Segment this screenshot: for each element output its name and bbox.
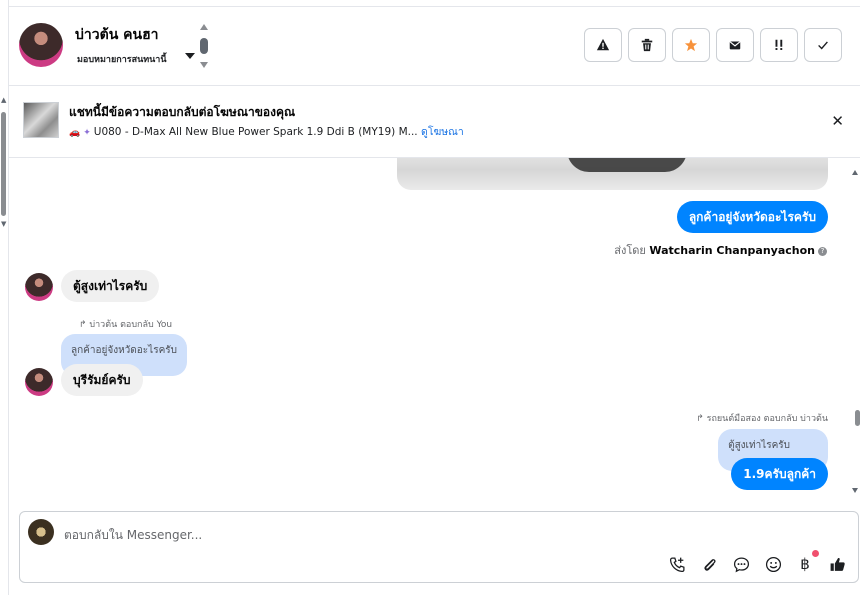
- reply-meta: ↱ บ่าวต้น ตอบกลับ You: [79, 317, 172, 331]
- scroll-up-icon[interactable]: [852, 170, 858, 175]
- attachment-icon[interactable]: [700, 555, 718, 573]
- assign-conversation-label[interactable]: มอบหมายการสนทนานี้: [77, 52, 167, 66]
- image-attachment[interactable]: [397, 158, 828, 190]
- sent-by-label: ส่งโดย Watcharin Chanpanyachon?: [614, 241, 827, 259]
- ad-product-name: U080 - D-Max All New Blue Power Spark 1.…: [93, 126, 418, 138]
- mark-done-button[interactable]: [804, 28, 842, 62]
- chevron-down-icon[interactable]: [185, 53, 195, 59]
- notification-dot: [812, 550, 819, 557]
- contact-name[interactable]: บ่าวต้น คนฮา: [75, 24, 159, 46]
- reply-input[interactable]: ตอบกลับใน Messenger...: [64, 526, 202, 545]
- contact-avatar-small[interactable]: [25, 273, 53, 301]
- page-avatar: [28, 519, 54, 545]
- messenger-inbox-panel: ▲ ▼ บ่าวต้น คนฮา มอบหมายการสนทนานี้ แชทน…: [0, 0, 860, 595]
- sparkle-icon: ✦: [83, 128, 91, 138]
- flag-exclaim-icon: [775, 39, 783, 50]
- scroll-down-icon[interactable]: [852, 488, 858, 493]
- mark-unread-button[interactable]: [716, 28, 754, 62]
- reply-arrow-icon: ↱: [79, 320, 90, 330]
- scroll-up-icon[interactable]: ▲: [1, 96, 6, 104]
- reply-meta-text: รถยนต์มือสอง ตอบกลับ บ่าวต้น: [706, 414, 828, 424]
- check-icon: [818, 41, 828, 50]
- payment-baht-icon[interactable]: ฿: [796, 550, 819, 573]
- car-icon: 🚗: [69, 128, 81, 138]
- report-spam-button[interactable]: [584, 28, 622, 62]
- sent-by-name: Watcharin Chanpanyachon: [649, 244, 815, 257]
- ad-banner-title: แชทนี้มีข้อความตอบกลับต่อโฆษณาของคุณ: [69, 105, 296, 119]
- header-actions: [584, 28, 842, 62]
- incoming-message[interactable]: ตู้สูงเท่าไรครับ: [61, 270, 160, 302]
- scroll-down-icon[interactable]: [200, 62, 208, 68]
- call-icon[interactable]: [668, 555, 686, 573]
- info-icon[interactable]: ?: [818, 247, 827, 256]
- saved-replies-icon[interactable]: [732, 555, 750, 573]
- reply-meta-text: บ่าวต้น ตอบกลับ You: [89, 320, 173, 330]
- contact-avatar-small[interactable]: [25, 368, 53, 396]
- message-composer[interactable]: ตอบกลับใน Messenger... ฿: [19, 511, 859, 583]
- trash-icon: [641, 38, 653, 52]
- envelope-icon: [729, 41, 741, 50]
- thread-scrollbar-thumb[interactable]: [855, 410, 860, 426]
- outgoing-message[interactable]: ลูกค้าอยู่จังหวัดอะไรครับ: [676, 201, 828, 233]
- follow-up-button[interactable]: [760, 28, 798, 62]
- reply-arrow-icon: ↱: [696, 414, 707, 424]
- view-ad-link[interactable]: ดูโฆษณา: [421, 126, 464, 138]
- header-scrollbar[interactable]: [200, 24, 209, 70]
- thread-scrollbar[interactable]: [851, 158, 860, 508]
- left-scrollbar[interactable]: ▲ ▼: [0, 0, 9, 595]
- header-scrollbar-thumb[interactable]: [200, 38, 208, 54]
- message-thread[interactable]: ลูกค้าอยู่จังหวัดอะไรครับ ส่งโดย Watchar…: [9, 158, 860, 508]
- delete-button[interactable]: [628, 28, 666, 62]
- reply-meta: ↱ รถยนต์มือสอง ตอบกลับ บ่าวต้น: [696, 411, 828, 425]
- close-icon[interactable]: ✕: [831, 112, 844, 130]
- warning-icon: [596, 38, 610, 51]
- incoming-message[interactable]: บุรีรัมย์ครับ: [61, 364, 143, 396]
- star-icon: [684, 38, 698, 52]
- conversation-header: บ่าวต้น คนฮา มอบหมายการสนทนานี้: [9, 6, 860, 86]
- sent-by-prefix: ส่งโดย: [614, 244, 646, 257]
- left-scrollbar-thumb[interactable]: [1, 112, 6, 216]
- contact-avatar[interactable]: [19, 23, 63, 67]
- outgoing-message[interactable]: 1.9ครับลูกค้า: [731, 458, 828, 490]
- ad-reply-banner: แชทนี้มีข้อความตอบกลับต่อโฆษณาของคุณ 🚗 ✦ U…: [9, 86, 860, 158]
- ad-product-line: 🚗 ✦ U080 - D-Max All New Blue Power Spark …: [69, 123, 464, 140]
- scroll-up-icon[interactable]: [200, 24, 208, 30]
- thumbs-up-icon[interactable]: [828, 555, 846, 573]
- ad-thumbnail[interactable]: [23, 102, 59, 138]
- composer-tools: ฿: [668, 550, 846, 573]
- star-button[interactable]: [672, 28, 710, 62]
- scroll-down-icon[interactable]: ▼: [1, 220, 6, 228]
- emoji-icon[interactable]: [764, 555, 782, 573]
